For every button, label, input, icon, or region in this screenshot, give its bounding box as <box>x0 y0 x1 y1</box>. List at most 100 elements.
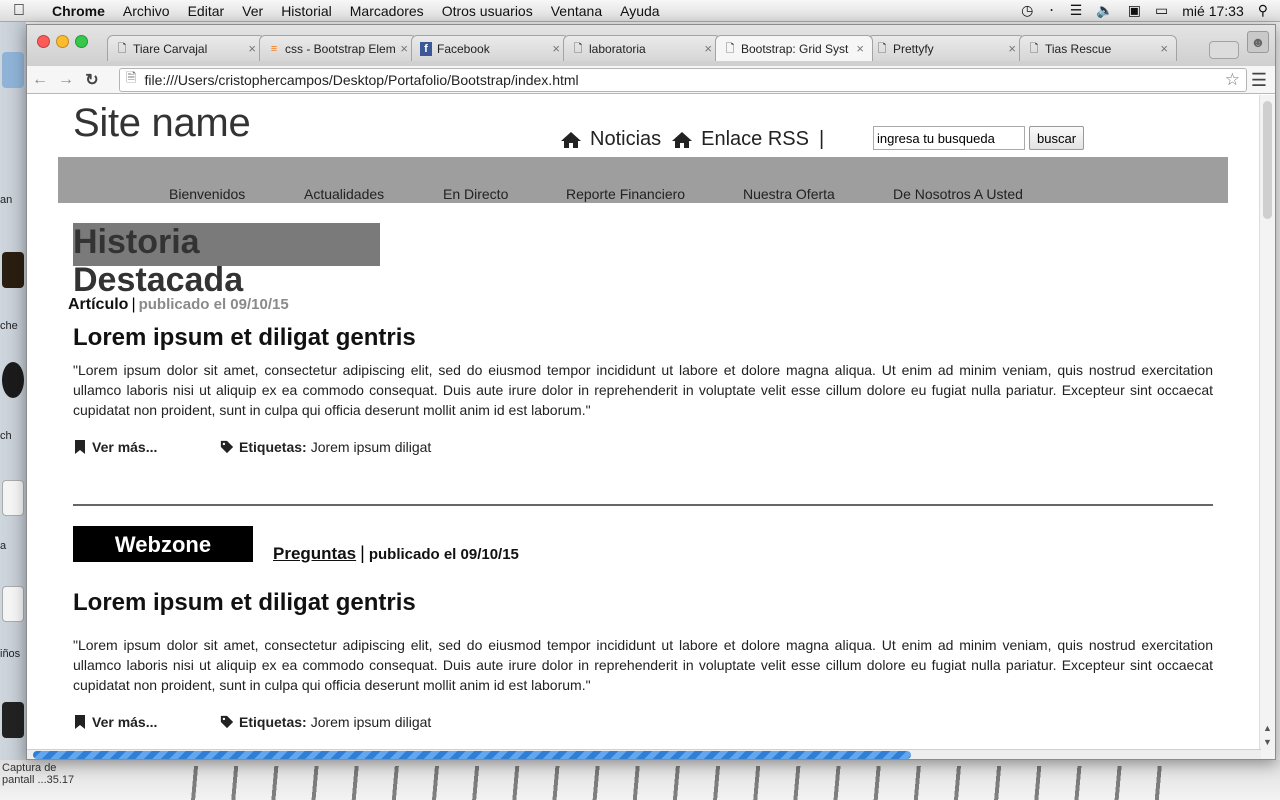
close-tab-icon[interactable]: × <box>1008 41 1016 56</box>
meta-separator: | <box>131 296 136 313</box>
read-more-label: Ver más... <box>92 714 158 730</box>
topnav-noticias[interactable]: Noticias <box>590 128 661 151</box>
tab-4[interactable]: 🗋 Bootstrap: Grid Syst × <box>715 35 873 61</box>
desktop-screenshot-icon[interactable] <box>2 702 24 738</box>
nav-reporte-financiero[interactable]: Reporte Financiero <box>566 186 685 202</box>
site-name[interactable]: Site name <box>73 101 251 146</box>
page-icon: 🗋 <box>725 42 735 55</box>
tab-6[interactable]: 🗋 Tias Rescue × <box>1019 35 1177 61</box>
nav-en-directo[interactable]: En Directo <box>443 186 508 202</box>
tags-value[interactable]: Jorem ipsum diligat <box>311 714 432 730</box>
featured-title-line: Destacada <box>73 261 244 299</box>
nav-nuestra-oferta[interactable]: Nuestra Oferta <box>743 186 835 202</box>
scroll-down-arrow-icon[interactable]: ▼ <box>1263 737 1272 747</box>
topnav-enlace-rss[interactable]: Enlace RSS <box>701 128 809 151</box>
window-controls <box>37 35 88 48</box>
menu-historial[interactable]: Historial <box>272 3 341 19</box>
bookmark-star-icon[interactable]: ☆ <box>1225 70 1240 90</box>
read-more-label: Ver más... <box>92 439 158 455</box>
desktop-document-icon[interactable] <box>2 480 24 516</box>
menu-app-chrome[interactable]: Chrome <box>38 3 114 19</box>
volume-icon[interactable]: 🔈 <box>1096 2 1113 19</box>
webzone-date: publicado el 09/10/15 <box>368 546 519 563</box>
close-tab-icon[interactable]: × <box>552 41 560 56</box>
close-tab-icon[interactable]: × <box>400 41 408 56</box>
back-arrow-icon[interactable]: ← <box>27 71 53 89</box>
close-tab-icon[interactable]: × <box>248 41 256 56</box>
tab-title: css - Bootstrap Elem <box>285 41 396 56</box>
close-tab-icon[interactable]: × <box>1160 41 1168 56</box>
tab-3[interactable]: 🗋 laboratoria × <box>563 35 721 61</box>
nav-de-nosotros-a-usted[interactable]: De Nosotros A Usted <box>893 186 1023 202</box>
menu-ventana[interactable]: Ventana <box>542 3 611 19</box>
wifi-icon[interactable]: ☰ <box>1070 2 1083 19</box>
chrome-menu-icon[interactable]: ☰ <box>1251 70 1267 91</box>
desktop-image-icon[interactable] <box>2 362 24 398</box>
desktop-file-caption: Captura de pantall ...35.17 <box>2 762 74 786</box>
menu-editar[interactable]: Editar <box>179 3 234 19</box>
apple-icon[interactable]:  <box>0 2 38 20</box>
tab-0[interactable]: 🗋 Tiare Carvajal × <box>107 35 265 61</box>
new-tab-button[interactable] <box>1209 41 1239 59</box>
minimize-window-button[interactable] <box>56 35 69 48</box>
time-machine-icon[interactable]: ◷ <box>1021 2 1033 19</box>
desktop-label: che <box>0 320 18 332</box>
article-title: Lorem ipsum et diligat gentris <box>73 324 416 351</box>
read-more-link[interactable]: Ver más... <box>73 714 220 730</box>
top-nav: Noticias Enlace RSS | <box>560 128 824 151</box>
search-input[interactable] <box>873 126 1025 150</box>
menu-archivo[interactable]: Archivo <box>114 3 179 19</box>
loading-progress-bar <box>33 751 911 759</box>
read-more-link[interactable]: Ver más... <box>73 439 220 455</box>
search-form: buscar <box>873 126 1085 150</box>
wallpaper-handwriting <box>180 766 1180 800</box>
menu-ayuda[interactable]: Ayuda <box>611 3 668 19</box>
article-body: "Lorem ipsum dolor sit amet, consectetur… <box>73 637 1213 693</box>
reload-icon[interactable]: ↻ <box>79 70 105 90</box>
featured-title-line: Historia <box>73 223 200 261</box>
tab-2[interactable]: f Facebook × <box>411 35 569 61</box>
profile-icon[interactable]: ☻ <box>1247 31 1269 53</box>
menu-ver[interactable]: Ver <box>233 3 272 19</box>
forward-arrow-icon[interactable]: → <box>53 71 79 89</box>
desktop-image-icon[interactable] <box>2 252 24 288</box>
tab-title: Facebook <box>437 41 490 56</box>
zoom-window-button[interactable] <box>75 35 88 48</box>
scroll-up-arrow-icon[interactable]: ▲ <box>1263 723 1272 733</box>
spotlight-search-icon[interactable]: ⚲ <box>1258 2 1268 19</box>
tab-strip: 🗋 Tiare Carvajal × ≡ css - Bootstrap Elem × f F… <box>107 35 1177 61</box>
close-tab-icon[interactable]: × <box>856 41 864 56</box>
desktop: an che ch a iños <box>0 22 26 800</box>
browser-window: 🗋 Tiare Carvajal × ≡ css - Bootstrap Elem × f F… <box>26 24 1276 760</box>
input-menu-icon[interactable]: ▣ <box>1128 2 1141 19</box>
bookmark-icon <box>75 715 85 729</box>
url-text[interactable]: file:///Users/cristophercampos/Desktop/P… <box>144 72 578 88</box>
tab-bar: 🗋 Tiare Carvajal × ≡ css - Bootstrap Elem × f F… <box>27 25 1275 66</box>
battery-icon[interactable]: ▭ <box>1155 2 1168 19</box>
tab-title: Prettyfy <box>893 41 934 56</box>
horizontal-scrollbar[interactable] <box>27 749 1261 759</box>
scrollbar-thumb[interactable] <box>1263 101 1272 219</box>
tab-5[interactable]: 🗋 Prettyfy × <box>867 35 1025 61</box>
tags-label: Etiquetas: <box>239 439 307 455</box>
page-icon: 🗋 <box>1029 42 1039 55</box>
search-button[interactable]: buscar <box>1029 126 1085 150</box>
menu-marcadores[interactable]: Marcadores <box>341 3 433 19</box>
nav-bienvenidos[interactable]: Bienvenidos <box>169 186 245 202</box>
desktop-document-icon[interactable] <box>2 586 24 622</box>
status-area: ◷ ᛫ ☰ 🔈 ▣ ▭ mié 17:33 ⚲ <box>1021 2 1280 19</box>
nav-actualidades[interactable]: Actualidades <box>304 186 384 202</box>
page-icon: 🗋 <box>877 42 887 55</box>
webzone-type-link[interactable]: Preguntas <box>273 544 356 564</box>
address-bar[interactable]: 🗎 file:///Users/cristophercampos/Desktop… <box>119 68 1247 92</box>
close-tab-icon[interactable]: × <box>704 41 712 56</box>
tab-1[interactable]: ≡ css - Bootstrap Elem × <box>259 35 417 61</box>
article-tags: Etiquetas: Jorem ipsum diligat <box>220 714 431 730</box>
menu-otros-usuarios[interactable]: Otros usuarios <box>433 3 542 19</box>
vertical-scrollbar[interactable]: ▲ ▼ <box>1259 95 1275 759</box>
desktop-folder-icon[interactable] <box>2 52 24 88</box>
tags-value[interactable]: Jorem ipsum diligat <box>311 439 432 455</box>
bluetooth-icon[interactable]: ᛫ <box>1047 3 1055 19</box>
close-window-button[interactable] <box>37 35 50 48</box>
clock[interactable]: mié 17:33 <box>1182 3 1243 19</box>
